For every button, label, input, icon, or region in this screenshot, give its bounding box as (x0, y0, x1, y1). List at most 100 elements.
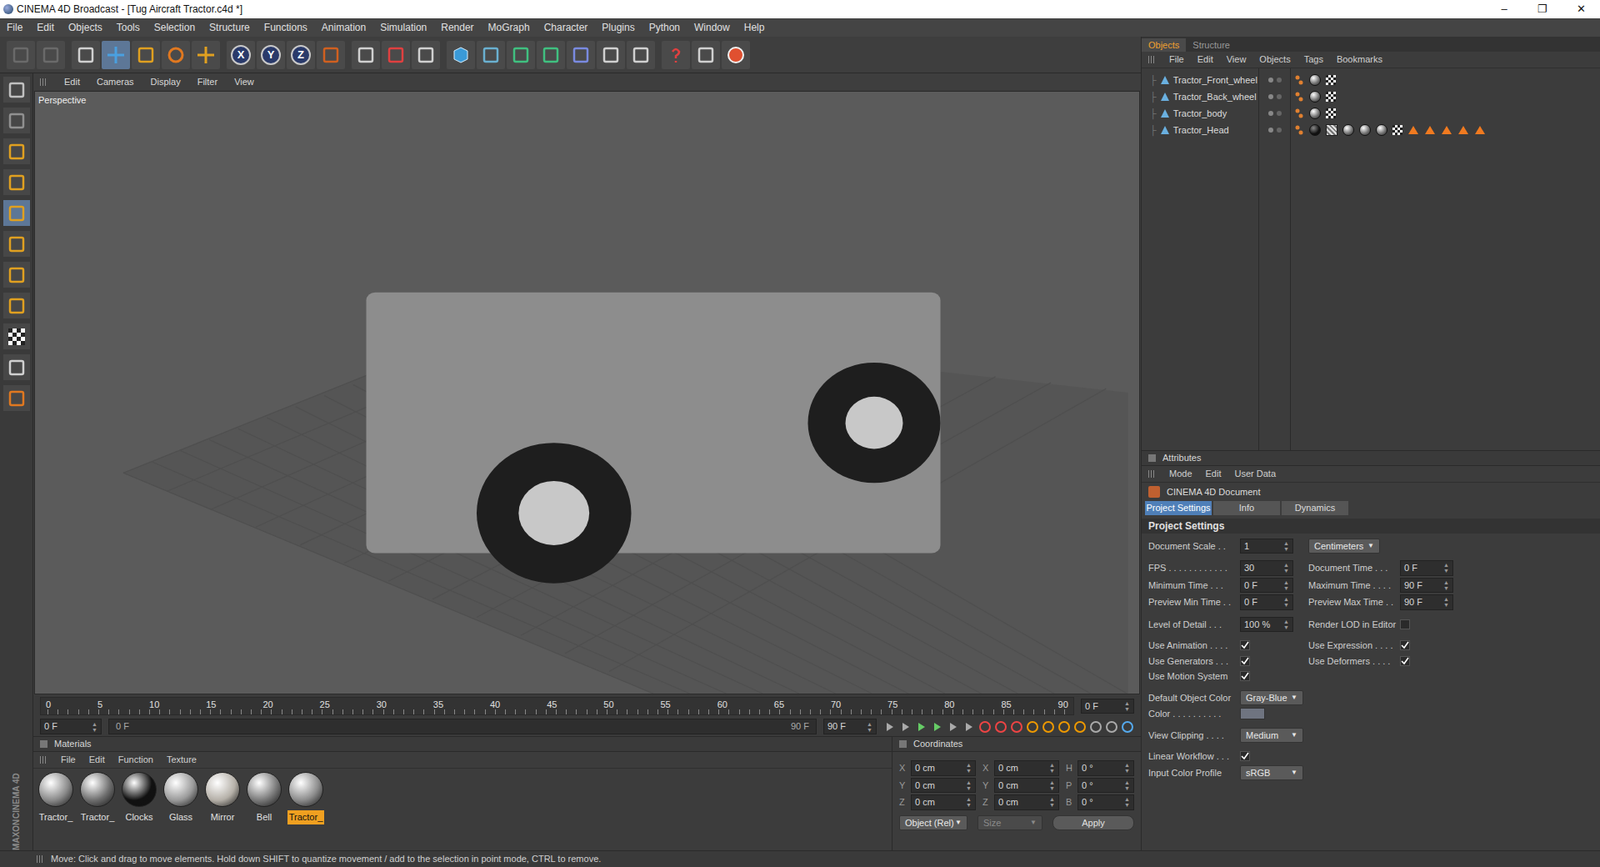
dropdown[interactable]: sRGB▼ (1240, 765, 1304, 781)
particles-button[interactable] (626, 40, 655, 70)
range-slider[interactable]: 0 F90 F (108, 718, 817, 735)
deformer-button[interactable] (566, 40, 595, 70)
number-field[interactable]: 0 cm▲▼ (994, 760, 1060, 776)
menu-item[interactable]: Texture (166, 752, 197, 767)
scene-button[interactable] (596, 40, 625, 70)
number-field[interactable]: 0 cm▲▼ (910, 760, 976, 776)
menu-item[interactable]: User Data (1235, 466, 1277, 481)
setting[interactable]: Use Deformers . . . . (1308, 654, 1469, 669)
number-field[interactable]: 0 F▲▼ (1080, 698, 1135, 715)
number-field[interactable]: 0 °▲▼ (1077, 794, 1135, 810)
setting[interactable]: View Clipping . . . .Medium▼ (1148, 727, 1309, 744)
number-field[interactable]: 100 %▲▼ (1240, 616, 1294, 633)
material-item[interactable]: Tractor_ (286, 771, 325, 825)
object-mode-button[interactable] (3, 230, 30, 257)
menu-item[interactable]: Character (544, 20, 589, 35)
color-swatch[interactable] (1240, 707, 1265, 720)
menu-item[interactable]: Tools (116, 20, 140, 35)
scale-button[interactable] (131, 40, 160, 70)
visibility-dots[interactable] (1259, 71, 1290, 89)
number-field[interactable]: 90 F▲▼ (1400, 577, 1454, 594)
setting[interactable]: Maximum Time . . . .90 F▲▼ (1308, 577, 1469, 594)
setting[interactable]: Use Animation . . . . (1148, 638, 1309, 653)
number-field[interactable]: 0 cm▲▼ (910, 777, 976, 794)
number-field[interactable]: 0 F▲▼ (1400, 560, 1454, 576)
number-field[interactable]: 0 F▲▼ (40, 718, 102, 735)
visibility-dots[interactable] (1259, 88, 1290, 105)
dropdown[interactable]: Medium▼ (1240, 727, 1304, 744)
menu-item[interactable]: Structure (209, 20, 250, 35)
checkbox[interactable] (1240, 640, 1250, 650)
visibility-dots[interactable] (1259, 105, 1290, 122)
spline-button[interactable] (476, 40, 505, 70)
menu-item[interactable]: Filter (197, 75, 218, 90)
attribute-tab[interactable]: Project Settings (1145, 500, 1212, 515)
checkbox[interactable] (1240, 750, 1250, 761)
number-field[interactable]: 0 cm▲▼ (994, 794, 1060, 810)
setting[interactable]: Default Object ColorGray-Blue▼ (1148, 690, 1309, 706)
menu-item[interactable]: Window (694, 20, 730, 35)
dropdown[interactable]: Gray-Blue▼ (1240, 690, 1304, 706)
number-field[interactable]: 30▲▼ (1240, 560, 1294, 576)
checkbox[interactable] (1400, 640, 1410, 650)
render-settings-button[interactable] (411, 40, 440, 70)
checkbox[interactable] (1240, 655, 1250, 666)
menu-item[interactable]: File (60, 752, 76, 767)
menu-item[interactable]: Cameras (96, 75, 135, 90)
checkbox[interactable] (1400, 655, 1410, 666)
object-row[interactable]: ├Tractor_Back_wheel (1141, 88, 1259, 105)
setting[interactable]: Centimeters▼ (1308, 538, 1469, 555)
menu-item[interactable]: View (1226, 52, 1247, 67)
attribute-tab[interactable]: Dynamics (1281, 500, 1349, 515)
window-control[interactable]: – (1485, 0, 1524, 18)
checkbox[interactable] (1400, 619, 1410, 630)
setting[interactable]: Linear Workflow . . . (1148, 749, 1309, 764)
workplane-mode-button[interactable] (3, 354, 30, 380)
size-dropdown[interactable]: Size▼ (977, 815, 1043, 831)
help-button[interactable] (661, 40, 690, 70)
web-button[interactable] (721, 40, 750, 70)
number-field[interactable]: 90 F▲▼ (1400, 594, 1454, 610)
number-field[interactable]: 1▲▼ (1240, 538, 1294, 555)
coords-button[interactable] (316, 40, 345, 70)
sculpt-mode-button[interactable] (3, 107, 30, 134)
number-field[interactable]: 0 °▲▼ (1077, 777, 1135, 794)
texture-mode-button[interactable] (3, 292, 30, 319)
polygons-mode-button[interactable] (3, 261, 30, 288)
setting[interactable]: Preview Max Time . .90 F▲▼ (1308, 594, 1469, 610)
menu-item[interactable]: Selection (154, 20, 195, 35)
menu-item[interactable]: Mode (1169, 466, 1193, 481)
setting[interactable]: Use Generators . . . (1148, 654, 1309, 669)
number-field[interactable]: 0 F▲▼ (1240, 594, 1294, 610)
edges-mode-button[interactable] (3, 169, 30, 195)
window-control[interactable]: ❐ (1523, 0, 1562, 18)
attribute-tab[interactable]: Info (1213, 500, 1280, 515)
menu-item[interactable]: Animation (321, 20, 366, 35)
dropdown[interactable]: Object (Rel)▼ (899, 815, 968, 831)
nurbs-button[interactable] (506, 40, 535, 70)
render-button[interactable] (381, 40, 410, 70)
material-item[interactable]: Clocks (120, 771, 159, 825)
menu-item[interactable]: Help (744, 20, 765, 35)
setting[interactable]: Input Color ProfilesRGB▼ (1148, 765, 1309, 781)
menu-item[interactable]: File (6, 20, 23, 35)
menu-item[interactable]: Simulation (380, 20, 427, 35)
rotate-button[interactable] (161, 40, 190, 70)
visibility-dots[interactable] (1259, 121, 1290, 139)
axis-button[interactable]: X (226, 40, 255, 70)
material-item[interactable]: Tractor_ (78, 771, 117, 825)
view-mode-button[interactable] (3, 76, 30, 103)
cube-button[interactable] (446, 40, 475, 70)
material-item[interactable]: Mirror (203, 771, 242, 825)
move-button[interactable] (101, 40, 130, 70)
menu-item[interactable]: Edit (89, 752, 105, 767)
setting[interactable]: Document Time . . .0 F▲▼ (1308, 560, 1469, 576)
menu-item[interactable]: Function (118, 752, 154, 767)
menu-item[interactable]: Functions (264, 20, 308, 35)
menu-item[interactable]: Objects (68, 20, 103, 35)
setting[interactable]: Minimum Time . . .0 F▲▼ (1148, 577, 1309, 594)
setting[interactable]: FPS . . . . . . . . . . . .30▲▼ (1148, 560, 1309, 576)
setting[interactable]: Color . . . . . . . . . . (1148, 706, 1309, 721)
add-button[interactable] (191, 40, 220, 70)
menu-item[interactable]: MoGraph (488, 20, 530, 35)
